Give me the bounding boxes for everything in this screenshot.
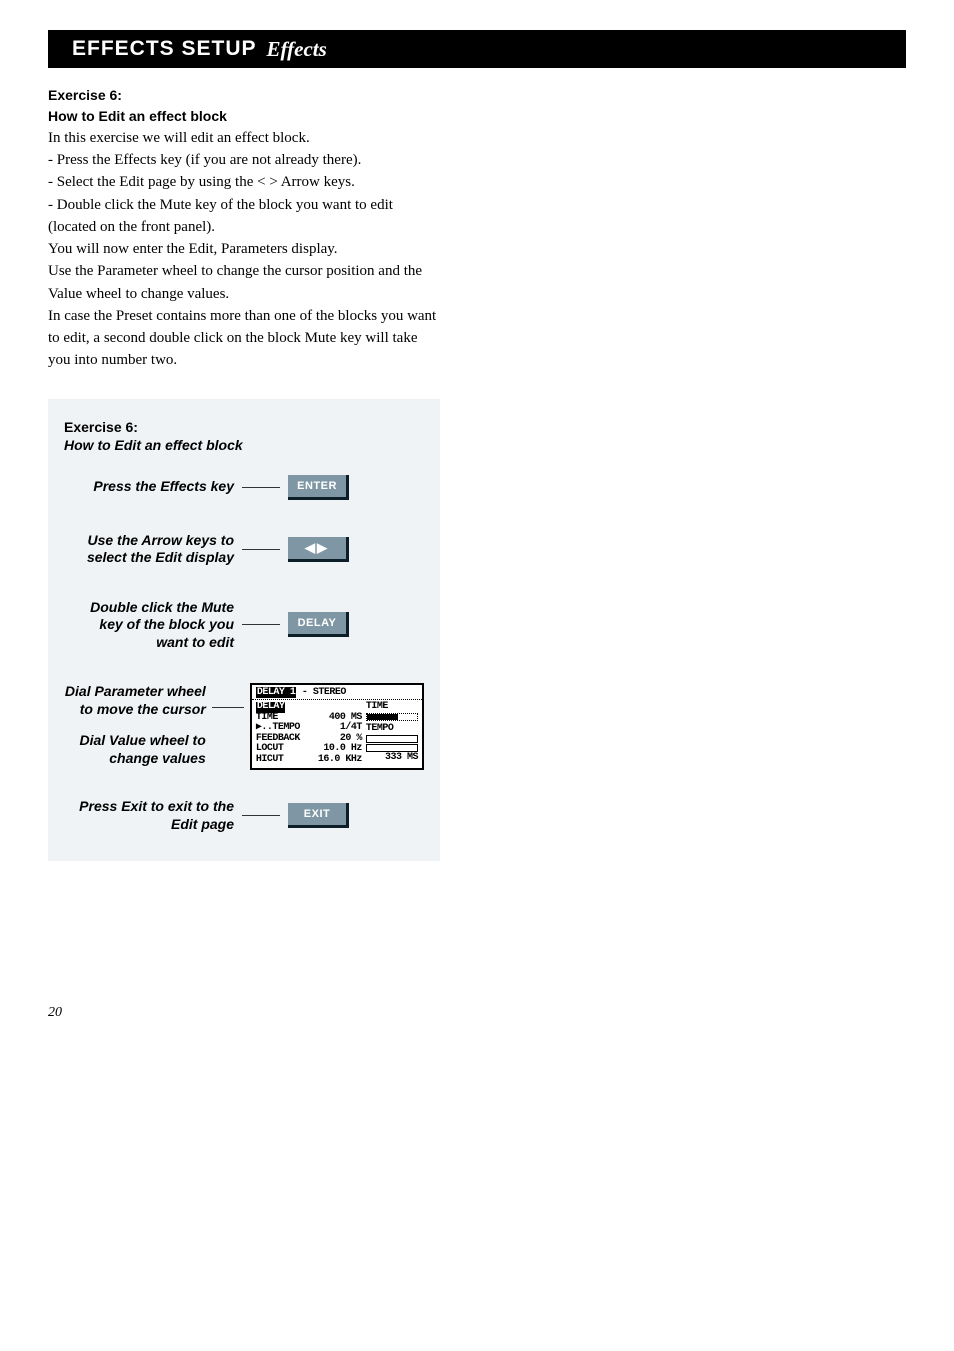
lcd-step-labels: Dial Parameter wheel to move the cursor …	[64, 683, 212, 767]
exit-button: EXIT	[288, 803, 349, 828]
header-title-bold: EFFECTS SETUP	[72, 37, 257, 61]
lcd-right-column: TIME TEMPO 333 MS	[362, 702, 418, 765]
lcd-title: DELAY 1 - STEREO	[252, 685, 422, 700]
body-text: Exercise 6: How to Edit an effect block …	[48, 86, 648, 371]
exercise-line: In case the Preset contains more than on…	[48, 306, 648, 326]
step-row: Double click the Mute key of the block y…	[64, 599, 424, 652]
connector-line	[242, 815, 280, 816]
lcd-row-val: 1/4T	[340, 723, 362, 734]
lcd-row-key: LOCUT	[256, 744, 284, 755]
lcd-tempo-bar	[366, 735, 418, 743]
lcd-row-key: ▶..TEMPO	[256, 723, 300, 734]
exercise-line: - Double click the Mute key of the block…	[48, 195, 648, 215]
exercise-heading: Exercise 6:	[48, 86, 648, 105]
instruction-panel: Exercise 6: How to Edit an effect block …	[48, 399, 440, 862]
exercise-line: (located on the front panel).	[48, 217, 648, 237]
arrows-button: ◀▶	[288, 537, 349, 562]
lcd-screen: DELAY 1 - STEREO DELAY TIME400 MS ▶..TEM…	[250, 683, 424, 770]
lcd-row-key: HICUT	[256, 755, 284, 766]
step-row: Press Exit to exit to the Edit page EXIT	[64, 798, 424, 833]
exercise-line: you into number two.	[48, 350, 648, 370]
connector-line	[242, 487, 280, 488]
page-header: EFFECTS SETUP Effects	[48, 30, 906, 68]
connector-line	[242, 624, 280, 625]
step-label: Use the Arrow keys to select the Edit di…	[64, 532, 242, 567]
step-label: Double click the Mute key of the block y…	[64, 599, 242, 652]
lcd-left-column: DELAY TIME400 MS ▶..TEMPO1/4T FEEDBACK20…	[256, 702, 362, 765]
lcd-row-val: 16.0 KHz	[318, 755, 362, 766]
header-title-italic: Effects	[267, 37, 327, 62]
lcd-row-key: DELAY	[256, 702, 286, 713]
step-row: Press the Effects key ENTER	[64, 475, 424, 500]
lcd-title-inv: DELAY 1	[256, 687, 297, 698]
dial-value-label: Dial Value wheel to change values	[64, 732, 206, 767]
lcd-row-val: 10.0 Hz	[323, 744, 362, 755]
exercise-line: You will now enter the Edit, Parameters …	[48, 239, 648, 259]
exercise-line: Value wheel to change values.	[48, 284, 648, 304]
lcd-tempo-bar	[366, 744, 418, 752]
exercise-subheading: How to Edit an effect block	[48, 107, 648, 126]
arrow-left-right-icon: ◀▶	[305, 540, 329, 555]
step-row: Use the Arrow keys to select the Edit di…	[64, 532, 424, 567]
step-label: Press Exit to exit to the Edit page	[64, 798, 242, 833]
page-number: 20	[48, 1005, 62, 1021]
panel-heading: Exercise 6:	[64, 419, 424, 435]
connector-line	[242, 549, 280, 550]
lcd-time-bar	[366, 713, 418, 721]
delay-button: DELAY	[288, 612, 349, 637]
lcd-time-label: TIME	[366, 702, 418, 712]
lcd-title-rest: - STEREO	[296, 687, 346, 698]
lcd-tempo-label: TEMPO	[366, 724, 418, 734]
dial-param-label: Dial Parameter wheel to move the cursor	[64, 683, 206, 718]
exercise-line: Use the Parameter wheel to change the cu…	[48, 261, 648, 281]
connector-line	[212, 707, 244, 708]
exercise-line: - Press the Effects key (if you are not …	[48, 150, 648, 170]
exercise-intro: In this exercise we will edit an effect …	[48, 128, 648, 148]
lcd-readout: 333 MS	[366, 753, 418, 764]
enter-button: ENTER	[288, 475, 349, 500]
exercise-line: - Select the Edit page by using the < > …	[48, 172, 648, 192]
exercise-line: to edit, a second double click on the bl…	[48, 328, 648, 348]
panel-subheading: How to Edit an effect block	[64, 437, 424, 453]
step-label: Press the Effects key	[64, 478, 242, 496]
lcd-step-row: Dial Parameter wheel to move the cursor …	[64, 683, 424, 770]
